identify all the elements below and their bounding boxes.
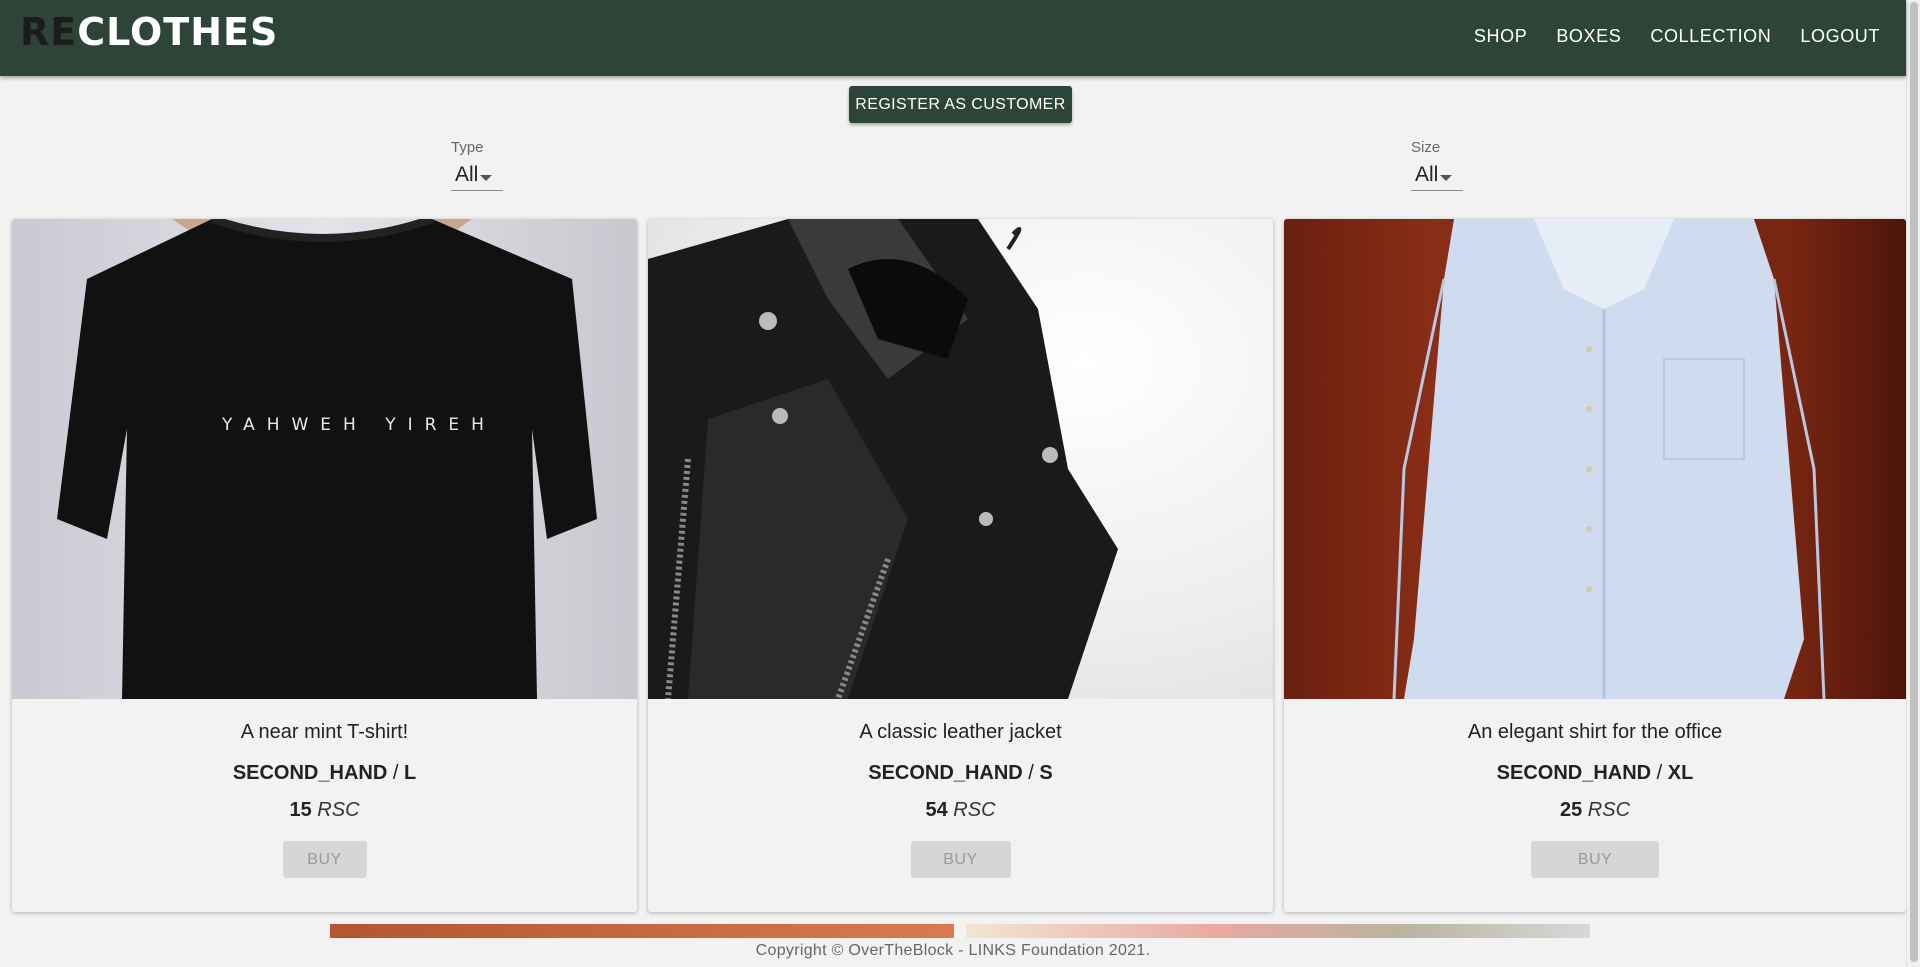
product-card: A classic leather jacket SECOND_HAND / S…: [648, 219, 1273, 912]
vertical-scrollbar[interactable]: [1906, 0, 1920, 967]
product-size: L: [403, 762, 417, 784]
price-value: 54: [925, 799, 948, 821]
logo-clothes: CLOTHES: [77, 10, 279, 54]
logo-re: RE: [20, 10, 78, 54]
type-filter-label: Type: [451, 139, 484, 156]
price-currency: RSC: [1587, 799, 1631, 821]
product-meta: SECOND_HAND / L: [232, 762, 417, 784]
type-filter: Type All: [451, 139, 503, 191]
nav-shop[interactable]: SHOP: [1474, 26, 1527, 47]
footer-copyright: Copyright © OverTheBlock - LINKS Foundat…: [0, 938, 1906, 967]
register-as-customer-button[interactable]: REGISTER AS CUSTOMER: [849, 86, 1072, 123]
product-title: An elegant shirt for the office: [1467, 721, 1723, 743]
top-app-bar: RECLOTHES SHOP BOXES COLLECTION LOGOUT: [0, 0, 1906, 76]
product-meta: SECOND_HAND / XL: [1496, 762, 1694, 784]
reclothes-logo[interactable]: RECLOTHES: [20, 10, 278, 54]
product-title: A near mint T-shirt!: [240, 721, 409, 743]
product-condition: SECOND_HAND: [868, 762, 1023, 784]
product-size: S: [1039, 762, 1053, 784]
price-value: 25: [1559, 799, 1583, 821]
type-select-value: All: [455, 163, 479, 186]
buy-button[interactable]: BUY: [1531, 841, 1659, 878]
product-size: XL: [1667, 762, 1694, 784]
size-filter: Size All: [1411, 139, 1463, 191]
leather-jacket-photo[interactable]: [648, 219, 1273, 699]
product-condition: SECOND_HAND: [232, 762, 388, 784]
product-price: 15 RSC: [12, 799, 637, 822]
size-select-value: All: [1415, 163, 1439, 186]
black-tshirt-photo[interactable]: YAHWEH YIREH: [12, 219, 637, 699]
price-value: 15: [289, 799, 312, 821]
main-nav: SHOP BOXES COLLECTION LOGOUT: [1474, 26, 1880, 47]
chevron-down-icon: [480, 175, 493, 181]
chevron-down-icon: [1440, 175, 1453, 181]
nav-collection[interactable]: COLLECTION: [1650, 26, 1771, 47]
nav-boxes[interactable]: BOXES: [1556, 26, 1621, 47]
price-currency: RSC: [953, 799, 996, 821]
product-condition: SECOND_HAND: [1496, 762, 1652, 784]
product-card: YAHWEH YIREH A near mint T-shirt! SECOND…: [12, 219, 637, 912]
buy-button[interactable]: BUY: [282, 841, 367, 878]
type-select[interactable]: All: [451, 163, 503, 191]
product-price: 25 RSC: [1284, 799, 1906, 822]
light-blue-shirt-photo[interactable]: [1284, 219, 1906, 699]
scrollbar-thumb[interactable]: [1910, 2, 1918, 962]
product-card: An elegant shirt for the office SECOND_H…: [1284, 219, 1906, 912]
size-select[interactable]: All: [1411, 163, 1463, 191]
price-currency: RSC: [317, 799, 360, 821]
tshirt-print-text: YAHWEH YIREH: [222, 415, 496, 435]
nav-logout[interactable]: LOGOUT: [1800, 26, 1880, 47]
product-meta: SECOND_HAND / S: [868, 762, 1053, 784]
product-price: 54 RSC: [648, 799, 1273, 822]
product-title: A classic leather jacket: [859, 721, 1062, 743]
size-filter-label: Size: [1411, 139, 1441, 156]
buy-button[interactable]: BUY: [910, 841, 1011, 878]
